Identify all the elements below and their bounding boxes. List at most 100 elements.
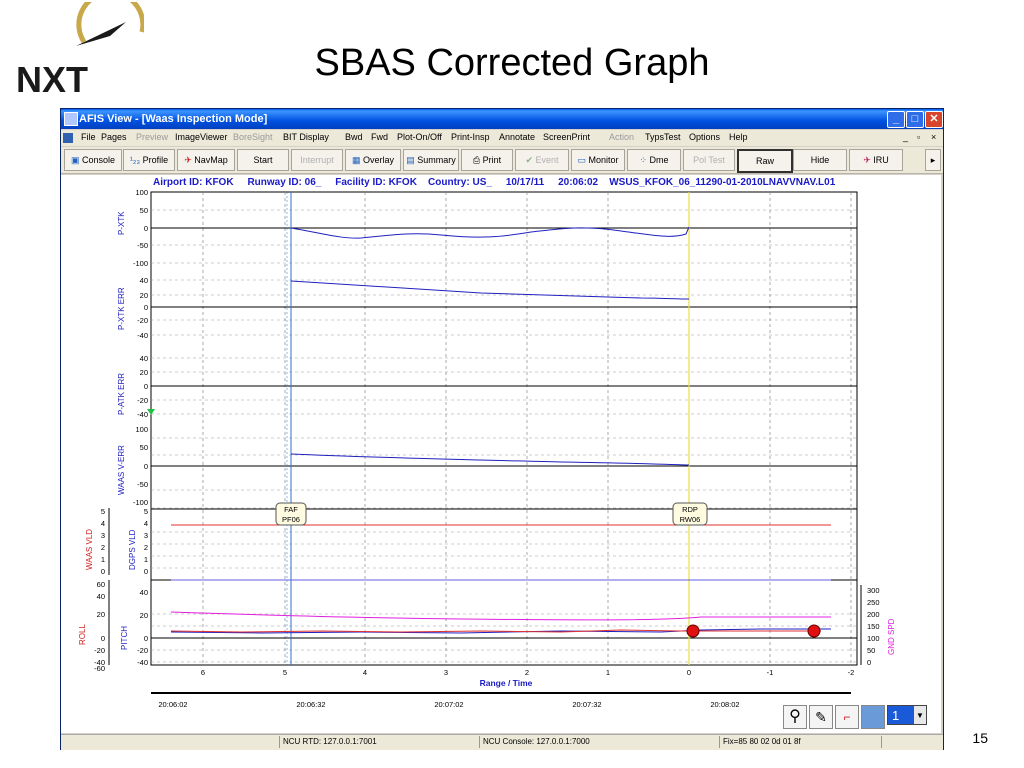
svg-text:0: 0 (687, 668, 691, 677)
dgps-vld-label: DGPS VLD (128, 529, 137, 570)
menu-file[interactable]: File (81, 132, 96, 142)
rdp-marker-line1: RDP (682, 505, 698, 514)
svg-text:20: 20 (97, 610, 105, 619)
svg-text:-100: -100 (133, 498, 148, 507)
svg-text:50: 50 (140, 443, 148, 452)
status-divider (881, 736, 882, 748)
slide-title: SBAS Corrected Graph (314, 42, 710, 84)
grid-horizontal (151, 209, 857, 663)
menu-preview[interactable]: Preview (136, 132, 168, 142)
mdi-icon (63, 133, 73, 143)
summary-icon: ▤ (406, 155, 418, 165)
menu-boresight[interactable]: BoreSight (233, 132, 273, 142)
svg-text:0: 0 (144, 462, 148, 471)
svg-text:0: 0 (101, 634, 105, 643)
menu-help[interactable]: Help (729, 132, 748, 142)
menu-print-insp[interactable]: Print-Insp (451, 132, 490, 142)
faf-marker-line2: PF06 (282, 515, 300, 524)
svg-text:20:07:32: 20:07:32 (572, 700, 601, 709)
monitor-button[interactable]: ▭ Monitor (571, 149, 625, 171)
pencil-icon[interactable]: ✎ (809, 705, 833, 729)
toolbar-scroll-arrow[interactable]: ▸ (925, 149, 941, 171)
menu-screenprint[interactable]: ScreenPrint (543, 132, 590, 142)
crop-icon[interactable]: ⌐ (835, 705, 859, 729)
raw-button[interactable]: Raw (737, 149, 793, 173)
overlay-button[interactable]: ▦ Overlay (345, 149, 401, 171)
svg-text:40: 40 (140, 276, 148, 285)
svg-text:-50: -50 (137, 480, 148, 489)
profile-button[interactable]: ¹₂₃ Profile (123, 149, 175, 171)
menu-plot-on-off[interactable]: Plot-On/Off (397, 132, 442, 142)
status-divider (719, 736, 720, 748)
svg-text:2: 2 (525, 668, 529, 677)
menu-bwd[interactable]: Bwd (345, 132, 363, 142)
dme-button[interactable]: ⁘ Dme (627, 149, 681, 171)
menu-bit-display[interactable]: BIT Display (283, 132, 329, 142)
svg-text:-20: -20 (94, 646, 105, 655)
mdi-restore-button[interactable]: ▫ (917, 132, 920, 142)
iru-button[interactable]: ✈ IRU (849, 149, 903, 171)
overlay-icon: ▦ (351, 155, 363, 165)
patk-err-label: P-ATK ERR (117, 373, 126, 415)
printer-icon: ⎙ (472, 155, 483, 165)
event-button[interactable]: ✔ Event (515, 149, 569, 171)
svg-text:40: 40 (140, 354, 148, 363)
status-divider (279, 736, 280, 748)
svg-text:2: 2 (144, 543, 148, 552)
zoom-icon[interactable]: ⚲ (783, 705, 807, 729)
menu-bar: File Pages Preview ImageViewer BoreSight… (61, 130, 943, 146)
close-button[interactable]: ✕ (925, 111, 943, 128)
status-fix: Fix=85 80 02 0d 01 8f (723, 737, 801, 746)
menu-pages[interactable]: Pages (101, 132, 127, 142)
y-tick-labels: 100500-50-100 40200-20-40 40200-20-40 10… (94, 188, 148, 673)
gnd-spd-trace (170, 611, 831, 621)
monitor-tool-icon[interactable] (861, 705, 885, 729)
minimize-button[interactable]: _ (887, 111, 905, 128)
waas-vld-label: WAAS VLD (85, 529, 94, 570)
page-select[interactable]: 1 ▼ (887, 705, 927, 725)
svg-text:-40: -40 (137, 331, 148, 340)
header-line: Airport ID: KFOK Runway ID: 06_ Facility… (153, 177, 836, 188)
svg-text:20:07:02: 20:07:02 (434, 700, 463, 709)
svg-text:-40: -40 (137, 410, 148, 419)
menu-action[interactable]: Action (609, 132, 634, 142)
toolbar: ▣ Console ¹₂₃ Profile ✈ NavMap Start Int… (61, 147, 943, 174)
console-button[interactable]: ▣ Console (64, 149, 122, 171)
menu-typstest[interactable]: TypsTest (645, 132, 681, 142)
svg-text:-20: -20 (137, 646, 148, 655)
panel-labels: P-XTK P-XTK ERR P-ATK ERR WAAS V-ERR WAA… (78, 211, 896, 655)
pxtk-label: P-XTK (117, 211, 126, 235)
menu-annotate[interactable]: Annotate (499, 132, 535, 142)
menu-imageviewer[interactable]: ImageViewer (175, 132, 227, 142)
interrupt-button[interactable]: Interrupt (291, 149, 343, 171)
pitch-label: PITCH (120, 626, 129, 650)
check-icon: ✔ (525, 155, 536, 165)
pol-test-button[interactable]: Pol Test (683, 149, 735, 171)
profile-icon: ¹₂₃ (129, 155, 143, 165)
start-button[interactable]: Start (237, 149, 289, 171)
maximize-button[interactable]: □ (906, 111, 924, 128)
mdi-close-button[interactable]: × (931, 132, 936, 142)
svg-text:50: 50 (140, 206, 148, 215)
chevron-down-icon[interactable]: ▼ (914, 706, 926, 724)
menu-fwd[interactable]: Fwd (371, 132, 388, 142)
svg-text:1: 1 (101, 555, 105, 564)
print-button[interactable]: ⎙ Print (461, 149, 513, 171)
time-tick-labels: 20:06:02 20:06:32 20:07:02 20:07:32 20:08:02 (158, 700, 739, 709)
svg-text:-50: -50 (137, 241, 148, 250)
menu-options[interactable]: Options (689, 132, 720, 142)
summary-button[interactable]: ▤ Summary (403, 149, 459, 171)
svg-text:20: 20 (140, 368, 148, 377)
svg-text:4: 4 (101, 519, 105, 528)
svg-text:20:08:02: 20:08:02 (710, 700, 739, 709)
svg-text:0: 0 (101, 567, 105, 576)
right-tick-labels: 300 250 200 150 100 50 0 (867, 586, 880, 667)
hide-button[interactable]: Hide (793, 149, 847, 171)
status-ncu-console: NCU Console: 127.0.0.1:7000 (483, 737, 590, 746)
mdi-minimize-button[interactable]: _ (903, 132, 908, 142)
svg-text:60: 60 (97, 580, 105, 589)
svg-text:3: 3 (101, 531, 105, 540)
svg-text:-20: -20 (137, 316, 148, 325)
navmap-button[interactable]: ✈ NavMap (177, 149, 235, 171)
x-axis-label: Range / Time (480, 678, 533, 688)
